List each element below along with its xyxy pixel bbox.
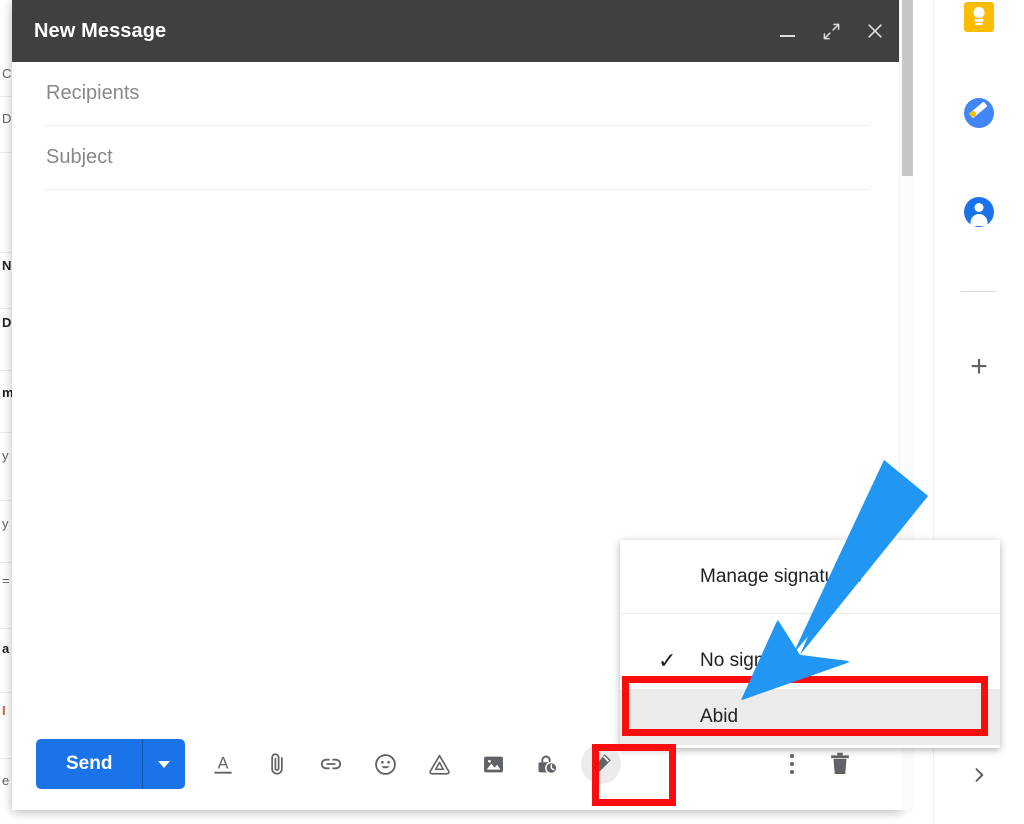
send-button-group[interactable]: Send: [36, 739, 186, 789]
format-text-icon: A: [214, 754, 233, 774]
check-icon: ✓: [658, 648, 677, 673]
person-icon: [964, 197, 994, 227]
gmail-compose-screen: C D N D m y y = a I e + New Message Reci…: [0, 0, 1024, 824]
subject-field-row: [44, 126, 870, 190]
side-panel-google-contacts[interactable]: [962, 195, 996, 229]
manage-signatures-menu-item[interactable]: Manage signatures: [620, 540, 1000, 613]
compose-scrollbar-thumb[interactable]: [902, 0, 913, 176]
pen-icon: [592, 754, 612, 775]
insert-link-button[interactable]: [311, 744, 351, 784]
lightbulb-icon: [964, 2, 994, 32]
more-vertical-icon: [790, 754, 794, 758]
full-screen-button[interactable]: [818, 18, 844, 44]
side-panel-add-on-button[interactable]: +: [962, 352, 996, 386]
side-panel-divider: [961, 291, 997, 292]
minimize-button[interactable]: [774, 18, 800, 44]
discard-draft-button[interactable]: [820, 744, 860, 784]
formatting-options-button[interactable]: A: [203, 744, 243, 784]
insert-emoji-button[interactable]: [365, 744, 405, 784]
side-panel-google-tasks[interactable]: [962, 96, 996, 130]
google-drive-icon: [429, 754, 450, 775]
compose-window-header: New Message: [12, 0, 902, 62]
signature-option-label: Abid: [700, 706, 739, 727]
minimize-icon: [779, 35, 795, 37]
window-controls: [774, 18, 888, 44]
trash-icon: [831, 752, 849, 775]
signature-option-abid[interactable]: Abid: [620, 689, 1000, 745]
insert-drive-file-button[interactable]: [419, 744, 459, 784]
insert-signature-button[interactable]: [581, 744, 622, 784]
image-icon: [484, 756, 503, 772]
svg-text:A: A: [218, 754, 229, 772]
caret-down-icon: [158, 760, 171, 768]
insert-photo-button[interactable]: [473, 744, 513, 784]
chevron-right-icon: [975, 768, 984, 782]
link-icon: [321, 758, 342, 770]
signature-menu-spacer: [620, 614, 1000, 633]
send-button[interactable]: Send: [36, 739, 142, 789]
signature-menu-popup: Manage signatures ✓ No signature Abid: [620, 540, 1000, 748]
manage-signatures-label: Manage signatures: [700, 565, 862, 587]
recipients-input[interactable]: [44, 81, 870, 106]
side-panel-google-keep[interactable]: [962, 0, 996, 34]
attach-files-button[interactable]: [257, 744, 297, 784]
close-button[interactable]: [862, 18, 888, 44]
paperclip-icon: [271, 753, 284, 775]
confidential-mode-button[interactable]: [527, 744, 567, 784]
side-panel-collapse-button[interactable]: [964, 760, 994, 790]
close-icon: [868, 24, 882, 38]
signature-option-label: No signature: [700, 650, 808, 671]
signature-option-no-signature[interactable]: ✓ No signature: [620, 633, 1000, 689]
tasks-pencil-icon: [964, 98, 994, 128]
more-options-button[interactable]: [790, 754, 794, 774]
compose-window-title: New Message: [34, 19, 167, 42]
compose-right-tools: [790, 744, 882, 784]
lock-clock-icon: [538, 755, 558, 774]
send-options-button[interactable]: [143, 739, 185, 789]
recipients-field-row: [44, 62, 870, 126]
expand-diagonal-icon: [823, 23, 839, 39]
subject-input[interactable]: [44, 145, 870, 170]
emoji-icon: [375, 753, 396, 775]
compose-tool-icons: A: [203, 744, 622, 784]
